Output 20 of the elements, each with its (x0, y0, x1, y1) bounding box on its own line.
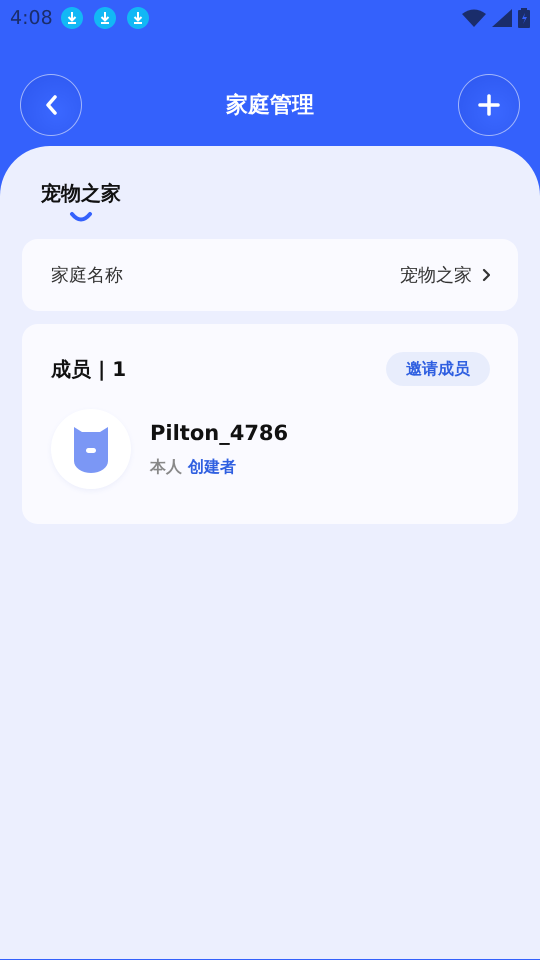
members-title: 成员 | 1 (51, 356, 126, 382)
wifi-icon (462, 9, 486, 27)
signal-icon (492, 9, 512, 27)
page-title: 家庭管理 (226, 92, 314, 120)
chevron-right-icon (482, 268, 490, 282)
role-label: 创建者 (188, 456, 236, 476)
family-tab[interactable]: 宠物之家 (41, 180, 121, 232)
battery-icon (518, 8, 530, 28)
download-icon (126, 7, 149, 29)
download-icon (94, 7, 116, 29)
member-name: Pilton_4786 (150, 420, 288, 444)
back-icon (44, 94, 58, 116)
self-label: 本人 (150, 456, 182, 476)
download-icon (60, 7, 83, 29)
mascot-icon (72, 425, 110, 473)
plus-icon (478, 94, 500, 116)
status-time: 4:08 (10, 7, 53, 29)
invite-button[interactable]: 邀请成员 (386, 352, 490, 386)
family-name-row[interactable]: 家庭名称 宠物之家 (22, 239, 518, 311)
tab-indicator (69, 211, 93, 223)
